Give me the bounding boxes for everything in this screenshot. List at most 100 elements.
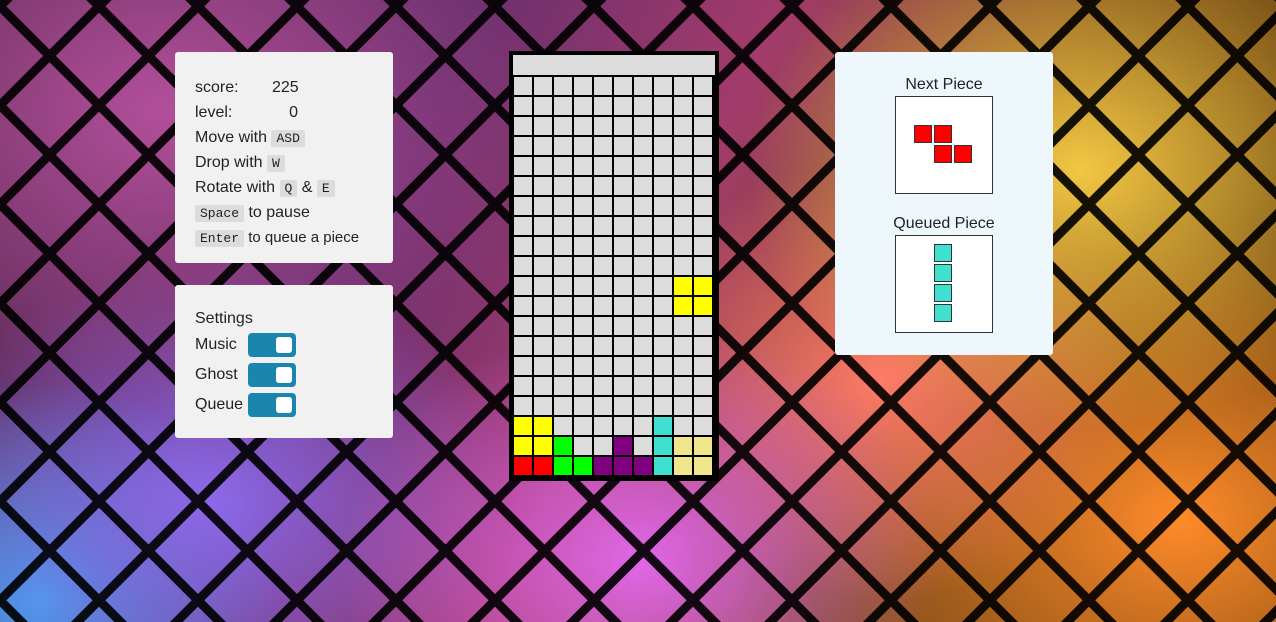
board-cell [574,297,592,315]
level-label: level: [195,104,233,121]
board-cell [574,97,592,115]
board-cell [654,337,672,355]
board-cell-filled [514,417,532,435]
board-cell [614,257,632,275]
board-cell [614,117,632,135]
board-cell [614,237,632,255]
board-cell [534,177,552,195]
board-cell [514,177,532,195]
board-cell [594,157,612,175]
rotate-instruction: Rotate with Q & E [195,175,373,200]
music-toggle[interactable] [248,333,296,357]
board-cell [654,197,672,215]
board-cell [694,417,712,435]
board-cell [574,77,592,95]
board-cell [674,377,692,395]
board-cell [654,217,672,235]
board-cell [634,177,652,195]
board-cell-filled [654,437,672,455]
board-cell [674,77,692,95]
board-cell [554,317,572,335]
board-cell [674,137,692,155]
board-cell-filled [514,437,532,455]
board-cell [694,77,712,95]
board-cell-filled [534,417,552,435]
game-board[interactable] [509,51,719,481]
board-cell [534,277,552,295]
board-cell [574,397,592,415]
board-cell [554,197,572,215]
board-cell [534,197,552,215]
board-cell [614,157,632,175]
board-cell [654,317,672,335]
board-cell [674,317,692,335]
settings-panel: Settings Music Ghost Queue [175,285,393,438]
board-cell [594,117,612,135]
board-cell [614,197,632,215]
board-cell [654,277,672,295]
board-cell [654,257,672,275]
board-cell [614,397,632,415]
board-cell [574,277,592,295]
rotate-text: Rotate with [195,179,276,196]
pause-key: Space [195,205,245,222]
board-cell-filled [654,457,672,475]
board-cell [534,97,552,115]
board-cell [594,217,612,235]
board-cell-filled [674,277,692,295]
board-cell [634,237,652,255]
board-cell [574,357,592,375]
board-cell [674,337,692,355]
queue-text: to queue a piece [248,229,360,246]
board-cell [594,297,612,315]
board-cell [554,417,572,435]
board-cell [614,417,632,435]
board-cell [614,277,632,295]
board-cell [514,237,532,255]
board-cell [634,317,652,335]
queue-toggle[interactable] [248,393,296,417]
board-cell-filled [694,457,712,475]
music-setting: Music [195,330,373,360]
board-cell [534,297,552,315]
settings-title: Settings [195,310,253,327]
board-cell [534,77,552,95]
board-cell [614,77,632,95]
board-cell [514,137,532,155]
board-cell [634,277,652,295]
ghost-setting: Ghost [195,360,373,390]
board-cell [554,337,572,355]
board-cell [674,117,692,135]
board-cell [694,317,712,335]
board-cell [674,357,692,375]
board-cell [694,357,712,375]
board-cell [594,77,612,95]
preview-cell [934,125,952,143]
board-cell [694,137,712,155]
score-row: score: 225 [195,75,373,100]
board-cell [554,177,572,195]
board-cell [674,397,692,415]
board-cell-filled [534,437,552,455]
board-cell [594,357,612,375]
board-cell [594,257,612,275]
board-cell [594,177,612,195]
board-cell [554,357,572,375]
ghost-toggle[interactable] [248,363,296,387]
board-cell [634,137,652,155]
board-cell [674,257,692,275]
board-cell [654,397,672,415]
board-cell [594,397,612,415]
board-cell [614,317,632,335]
board-cell-filled [554,437,572,455]
rotate-key-e: E [316,180,335,197]
move-instruction: Move with ASD [195,125,373,150]
pause-text: to pause [248,204,310,221]
level-value: 0 [289,104,298,121]
board-cell [514,157,532,175]
board-cell [634,397,652,415]
board-cell [574,437,592,455]
queue-key: Enter [195,230,245,247]
board-cell [634,77,652,95]
board-cell [514,337,532,355]
